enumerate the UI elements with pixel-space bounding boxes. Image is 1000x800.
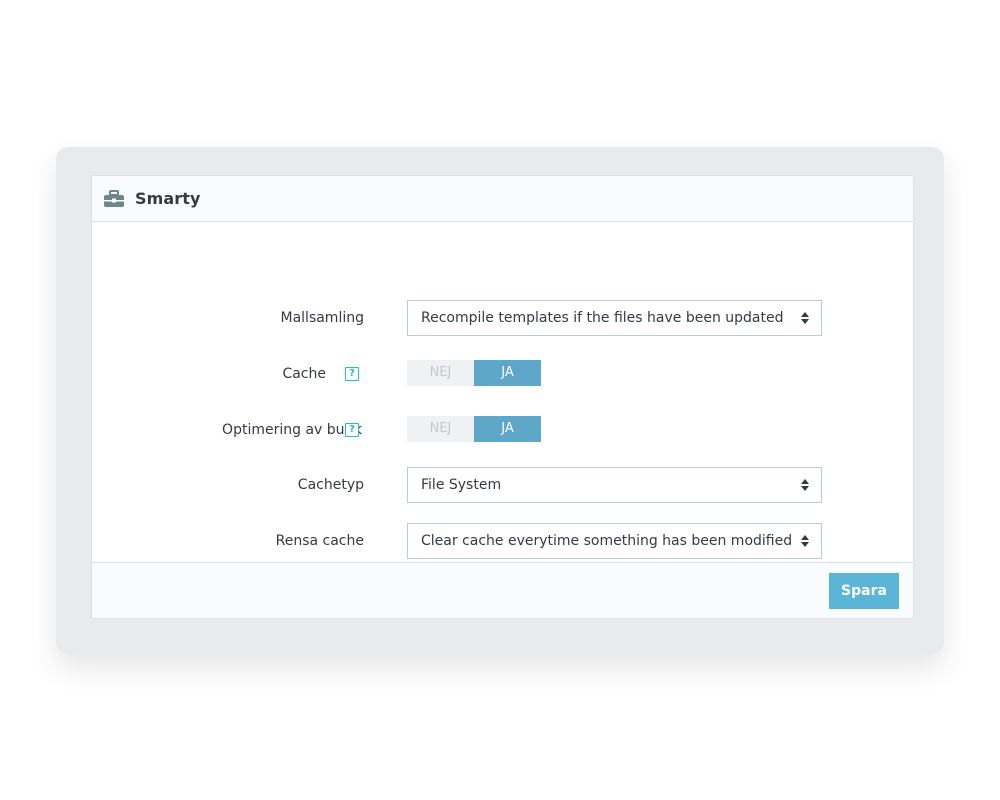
form-row-cache: Cache ? NEJ JA: [92, 356, 913, 392]
smarty-panel: Smarty Mallsamling Recompile templates i…: [91, 175, 914, 619]
form-row-shop-optimization: Optimering av butik ? NEJ JA: [92, 412, 913, 448]
save-button[interactable]: Spara: [829, 573, 899, 609]
template-compilation-value: Recompile templates if the files have be…: [421, 310, 784, 326]
form-row-template-compilation: Mallsamling Recompile templates if the f…: [92, 300, 913, 336]
cache-toggle: NEJ JA: [407, 360, 541, 386]
select-arrows-icon: [801, 535, 809, 547]
template-compilation-select[interactable]: Recompile templates if the files have be…: [407, 300, 822, 336]
template-compilation-label: Mallsamling: [280, 310, 365, 326]
clear-cache-label: Rensa cache: [275, 533, 364, 549]
form-body: Mallsamling Recompile templates if the f…: [92, 222, 913, 563]
shop-optimization-help-icon[interactable]: ?: [345, 423, 359, 437]
shop-optimization-label: Optimering av butik: [222, 422, 362, 438]
form-row-cache-type: Cachetyp File System: [92, 467, 913, 503]
shop-optimization-toggle-no[interactable]: NEJ: [407, 416, 474, 442]
panel-footer: Spara: [92, 562, 913, 618]
shop-optimization-toggle-yes[interactable]: JA: [474, 416, 541, 442]
cache-label: Cache: [282, 366, 326, 382]
form-row-clear-cache: Rensa cache Clear cache everytime someth…: [92, 523, 913, 559]
toolbox-icon: [103, 189, 125, 208]
cache-type-value: File System: [421, 477, 502, 493]
cache-type-select[interactable]: File System: [407, 467, 822, 503]
cache-help-icon[interactable]: ?: [345, 367, 359, 381]
clear-cache-value: Clear cache everytime something has been…: [421, 533, 793, 549]
select-arrows-icon: [801, 479, 809, 491]
select-arrows-icon: [801, 312, 809, 324]
shop-optimization-toggle: NEJ JA: [407, 416, 541, 442]
panel-title: Smarty: [135, 189, 201, 208]
clear-cache-select[interactable]: Clear cache everytime something has been…: [407, 523, 822, 559]
cache-toggle-yes[interactable]: JA: [474, 360, 541, 386]
cache-toggle-no[interactable]: NEJ: [407, 360, 474, 386]
panel-heading: Smarty: [92, 176, 913, 222]
cache-type-label: Cachetyp: [297, 477, 364, 493]
